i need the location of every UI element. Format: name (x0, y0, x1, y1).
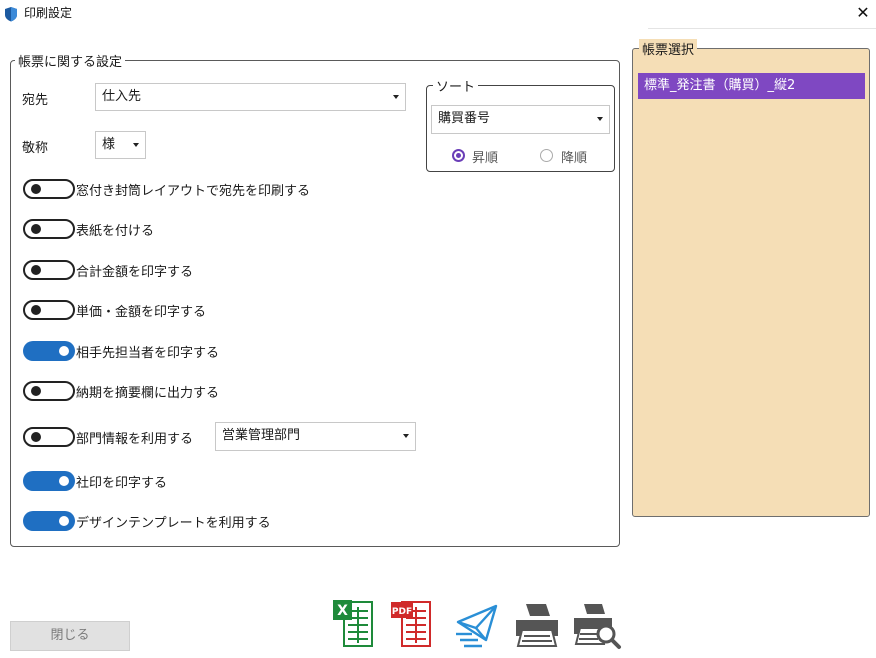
toggle-knob (59, 516, 69, 526)
window-title: 印刷設定 (24, 6, 73, 20)
option-toggle-2[interactable] (23, 219, 75, 239)
mail-send-icon[interactable] (452, 598, 502, 650)
chevron-down-icon (403, 434, 409, 438)
report-settings-legend: 帳票に関する設定 (15, 51, 126, 70)
option-toggle-3[interactable] (23, 260, 75, 280)
app-shield-icon (5, 7, 17, 22)
chevron-down-icon (393, 95, 399, 99)
toggle-knob (31, 432, 41, 442)
title-divider (648, 28, 876, 29)
toggle-knob (31, 305, 41, 315)
toggle-knob (31, 386, 41, 396)
department-value: 営業管理部門 (222, 428, 301, 443)
close-button[interactable]: 閉じる (10, 621, 130, 651)
toggle-knob (59, 346, 69, 356)
option-label-3: 合計金額を印字する (76, 265, 194, 280)
sort-ascending-label: 昇順 (472, 151, 499, 166)
sort-legend: ソート (433, 76, 479, 95)
recipient-value: 仕入先 (102, 89, 142, 104)
window-close-button[interactable]: ✕ (850, 2, 876, 24)
option-label-9: デザインテンプレートを利用する (76, 516, 271, 531)
option-label-4: 単価・金額を印字する (76, 305, 207, 320)
pdf-icon-text: PDF (392, 607, 412, 617)
sort-descending-label: 降順 (561, 151, 588, 166)
option-toggle-4[interactable] (23, 300, 75, 320)
pdf-export-icon[interactable]: PDF (390, 598, 434, 650)
toggle-knob (31, 184, 41, 194)
sort-field-dropdown[interactable]: 購買番号 (431, 105, 610, 134)
honorific-label: 敬称 (22, 141, 49, 156)
option-label-8: 社印を印字する (76, 476, 168, 491)
honorific-value: 様 (102, 137, 116, 152)
report-selection-panel: 帳票選択 (632, 39, 870, 517)
toggle-knob (59, 476, 69, 486)
sort-field-value: 購買番号 (438, 111, 491, 126)
sort-descending-radio[interactable] (540, 149, 553, 162)
option-label-7: 部門情報を利用する (76, 432, 194, 447)
sort-ascending-radio[interactable] (452, 149, 465, 162)
option-label-1: 窓付き封筒レイアウトで宛先を印刷する (76, 184, 311, 199)
option-toggle-1[interactable] (23, 179, 75, 199)
chevron-down-icon (597, 117, 603, 121)
option-toggle-5[interactable] (23, 341, 75, 361)
chevron-down-icon (133, 143, 139, 147)
excel-export-icon[interactable]: X (332, 598, 376, 650)
recipient-dropdown[interactable]: 仕入先 (95, 83, 406, 111)
excel-icon-text: X (337, 603, 348, 619)
option-label-2: 表紙を付ける (76, 224, 155, 239)
department-dropdown[interactable]: 営業管理部門 (215, 422, 416, 451)
report-selection-legend: 帳票選択 (639, 39, 698, 58)
toggle-knob (31, 265, 41, 275)
option-label-5: 相手先担当者を印字する (76, 346, 220, 361)
recipient-label: 宛先 (22, 93, 49, 108)
option-label-6: 納期を摘要欄に出力する (76, 386, 220, 401)
print-preview-icon[interactable] (572, 598, 622, 650)
option-toggle-9[interactable] (23, 511, 75, 531)
toggle-knob (31, 224, 41, 234)
report-list-item[interactable]: 標準_発注書（購買）_縦2 (638, 73, 865, 99)
honorific-dropdown[interactable]: 様 (95, 131, 146, 159)
option-toggle-6[interactable] (23, 381, 75, 401)
option-toggle-8[interactable] (23, 471, 75, 491)
option-toggle-7[interactable] (23, 427, 75, 447)
printer-icon[interactable] (512, 598, 562, 650)
